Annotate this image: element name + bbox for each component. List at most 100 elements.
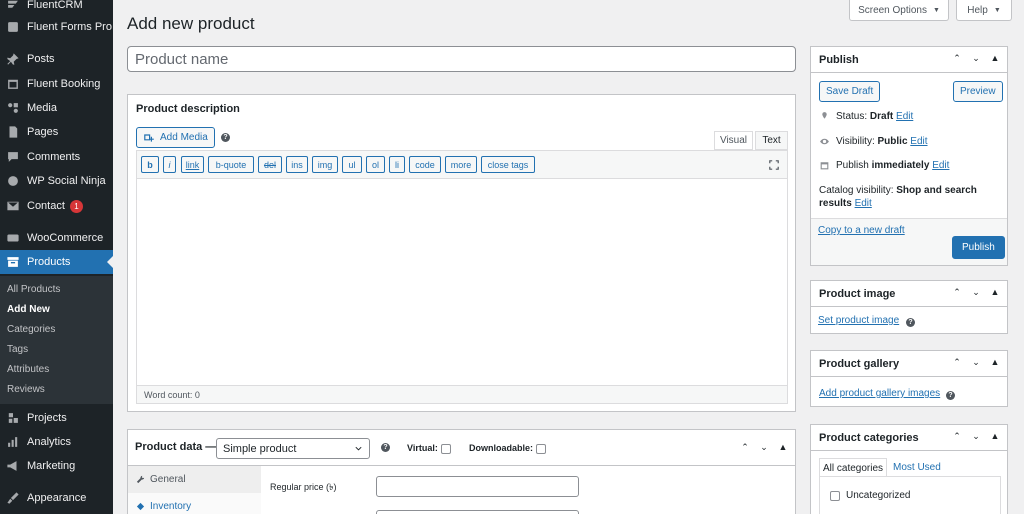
- toggle-panel-icon[interactable]: ▲: [989, 431, 1001, 442]
- sale-price-input[interactable]: [376, 510, 579, 514]
- product-name-input[interactable]: [127, 46, 796, 72]
- submenu-add-new[interactable]: Add New: [7, 304, 50, 315]
- qt-more-button[interactable]: more: [445, 156, 477, 173]
- product-type-select[interactable]: Simple product: [216, 438, 370, 459]
- menu-contact[interactable]: Contact 1: [0, 194, 113, 218]
- menu-marketing[interactable]: Marketing: [0, 454, 113, 478]
- product-data-box: Product data — Simple product ? Virtual:…: [127, 429, 796, 514]
- publish-schedule-value: immediately: [871, 160, 930, 171]
- page-title: Add new product: [127, 14, 255, 33]
- set-product-image-link[interactable]: Set product image: [818, 315, 899, 326]
- move-up-icon[interactable]: ⌃: [951, 431, 963, 442]
- pin-icon: [5, 51, 21, 67]
- move-up-icon[interactable]: ⌃: [951, 357, 963, 368]
- tab-most-used[interactable]: Most Used: [893, 462, 941, 473]
- qt-img-button[interactable]: img: [312, 156, 338, 173]
- edit-catalog-link[interactable]: Edit: [855, 198, 872, 209]
- menu-fluent-forms-pro[interactable]: Fluent Forms Pro: [0, 15, 113, 39]
- editor-textarea[interactable]: [137, 179, 787, 385]
- edit-schedule-link[interactable]: Edit: [932, 160, 949, 171]
- save-draft-button[interactable]: Save Draft: [819, 81, 881, 102]
- regular-price-input[interactable]: [376, 476, 579, 497]
- qt-del-button[interactable]: del: [258, 156, 282, 173]
- status-value: Draft: [869, 111, 894, 122]
- qt-ul-button[interactable]: ul: [342, 156, 362, 173]
- category-label: Uncategorized: [846, 490, 911, 501]
- submenu-reviews[interactable]: Reviews: [7, 384, 45, 395]
- tab-general[interactable]: General: [128, 466, 261, 493]
- publish-button[interactable]: Publish: [952, 236, 1005, 259]
- help-icon[interactable]: ?: [946, 391, 955, 400]
- tab-visual[interactable]: Visual: [714, 131, 753, 150]
- menu-products[interactable]: Products: [0, 250, 113, 274]
- downloadable-checkbox-label[interactable]: Downloadable:: [469, 443, 547, 454]
- help-icon[interactable]: ?: [381, 443, 390, 452]
- virtual-checkbox[interactable]: [440, 443, 451, 454]
- submenu-all-products[interactable]: All Products: [7, 284, 60, 295]
- menu-fluent-booking[interactable]: Fluent Booking: [0, 72, 113, 96]
- menu-projects[interactable]: Projects: [0, 406, 113, 430]
- submenu-attributes[interactable]: Attributes: [7, 364, 49, 375]
- move-down-icon[interactable]: ⌄: [970, 357, 982, 368]
- menu-posts[interactable]: Posts: [0, 47, 113, 71]
- qt-ol-button[interactable]: ol: [366, 156, 385, 173]
- move-up-icon[interactable]: ⌃: [951, 53, 963, 64]
- toggle-panel-icon[interactable]: ▲: [777, 442, 789, 453]
- qt-bquote-button[interactable]: b-quote: [208, 156, 254, 173]
- downloadable-label: Downloadable:: [469, 443, 534, 453]
- menu-wp-social-ninja[interactable]: WP Social Ninja: [0, 169, 113, 193]
- qt-bold-button[interactable]: b: [141, 156, 159, 173]
- product-image-controls: ⌃ ⌄ ▲: [951, 287, 1001, 298]
- help-label: Help: [967, 4, 988, 16]
- menu-analytics[interactable]: Analytics: [0, 430, 113, 454]
- copy-to-draft-link[interactable]: Copy to a new draft: [818, 225, 905, 236]
- woo-icon: [5, 230, 21, 246]
- word-count: Word count: 0: [137, 385, 787, 403]
- move-down-icon[interactable]: ⌄: [758, 442, 770, 453]
- tab-text[interactable]: Text: [755, 131, 788, 150]
- help-button[interactable]: Help ▼: [956, 0, 1012, 21]
- tab-all-categories[interactable]: All categories: [819, 458, 887, 477]
- qt-code-button[interactable]: code: [409, 156, 441, 173]
- menu-media[interactable]: Media: [0, 96, 113, 120]
- qt-close-tags-button[interactable]: close tags: [481, 156, 535, 173]
- menu-appearance[interactable]: Appearance: [0, 486, 113, 510]
- edit-visibility-link[interactable]: Edit: [910, 136, 927, 147]
- help-icon[interactable]: ?: [906, 318, 915, 327]
- menu-label: WooCommerce: [27, 232, 104, 244]
- move-up-icon[interactable]: ⌃: [739, 442, 751, 453]
- move-down-icon[interactable]: ⌄: [970, 431, 982, 442]
- category-checkbox[interactable]: [830, 490, 840, 501]
- publish-button-label: Publish: [962, 242, 995, 253]
- menu-label: Products: [27, 256, 71, 268]
- submenu-categories[interactable]: Categories: [7, 324, 55, 335]
- submenu-tags[interactable]: Tags: [7, 344, 28, 355]
- qt-italic-button[interactable]: i: [163, 156, 176, 173]
- category-item[interactable]: Uncategorized: [830, 490, 910, 501]
- menu-woocommerce[interactable]: WooCommerce: [0, 226, 113, 250]
- downloadable-checkbox[interactable]: [536, 443, 547, 454]
- move-up-icon[interactable]: ⌃: [951, 287, 963, 298]
- add-media-button[interactable]: Add Media: [136, 127, 215, 148]
- add-media-label: Add Media: [160, 132, 208, 143]
- edit-status-link[interactable]: Edit: [896, 111, 913, 122]
- screen-options-button[interactable]: Screen Options ▼: [849, 0, 949, 21]
- catalog-visibility-row: Catalog visibility: Shop and search resu…: [819, 184, 999, 210]
- virtual-checkbox-label[interactable]: Virtual:: [407, 443, 451, 454]
- qt-link-button[interactable]: link: [181, 156, 204, 173]
- toggle-panel-icon[interactable]: ▲: [989, 53, 1001, 64]
- tab-inventory[interactable]: Inventory: [128, 493, 261, 514]
- move-down-icon[interactable]: ⌄: [970, 53, 982, 64]
- menu-comments[interactable]: Comments: [0, 145, 113, 169]
- menu-pages[interactable]: Pages: [0, 120, 113, 144]
- toggle-panel-icon[interactable]: ▲: [989, 287, 1001, 298]
- preview-button[interactable]: Preview: [953, 81, 1003, 102]
- toggle-panel-icon[interactable]: ▲: [989, 357, 1001, 368]
- fullscreen-icon[interactable]: [768, 159, 780, 171]
- qt-ins-button[interactable]: ins: [286, 156, 308, 173]
- move-down-icon[interactable]: ⌄: [970, 287, 982, 298]
- add-gallery-images-link[interactable]: Add product gallery images: [819, 388, 940, 399]
- help-icon[interactable]: ?: [221, 133, 230, 142]
- ninja-icon: [5, 173, 21, 189]
- qt-li-button[interactable]: li: [389, 156, 405, 173]
